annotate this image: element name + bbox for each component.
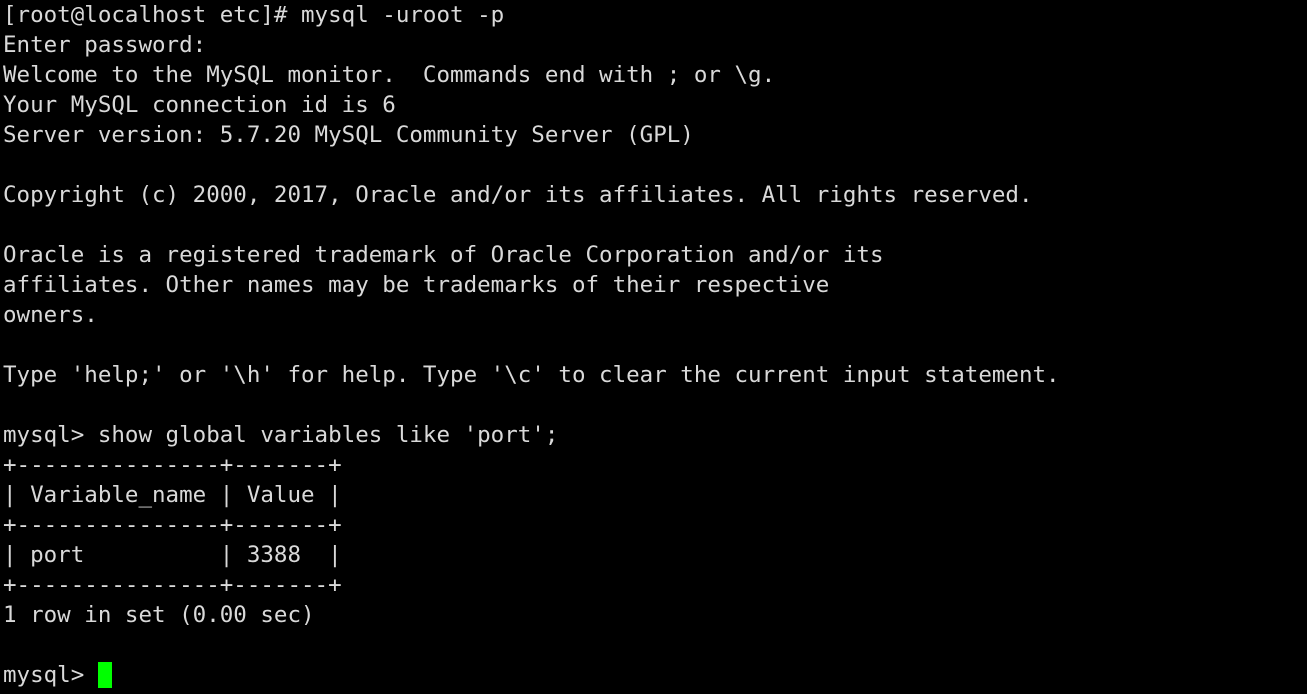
mysql-prompt-label: mysql> (3, 662, 98, 688)
terminal-line-blank-5 (0, 630, 1307, 660)
terminal-line-help-hint: Type 'help;' or '\h' for help. Type '\c'… (3, 362, 1060, 388)
table-row: | port | 3388 | (3, 542, 342, 568)
table-header-row: | Variable_name | Value | (3, 482, 342, 508)
terminal-line-password-prompt: Enter password: (3, 32, 207, 58)
terminal-line-connection-id: Your MySQL connection id is 6 (3, 92, 396, 118)
terminal-line-copyright: Copyright (c) 2000, 2017, Oracle and/or … (3, 182, 1033, 208)
terminal-line-shell-command: [root@localhost etc]# mysql -uroot -p (3, 2, 505, 28)
active-prompt-line[interactable]: mysql> (0, 660, 1307, 690)
table-header-separator: +---------------+-------+ (3, 512, 342, 538)
terminal-line-blank-4 (0, 390, 1307, 420)
terminal-line-server-version: Server version: 5.7.20 MySQL Community S… (3, 122, 694, 148)
query-result-footer: 1 row in set (0.00 sec) (3, 602, 315, 628)
table-bottom-border: +---------------+-------+ (3, 572, 342, 598)
terminal-line-blank-3 (0, 330, 1307, 360)
terminal-line-query: mysql> show global variables like 'port'… (3, 422, 559, 448)
terminal-line-trademark-3: owners. (3, 302, 98, 328)
text-cursor[interactable] (97, 662, 112, 688)
terminal-line-trademark-2: affiliates. Other names may be trademark… (3, 272, 830, 298)
terminal-line-welcome: Welcome to the MySQL monitor. Commands e… (3, 62, 776, 88)
terminal-line-blank-1 (0, 150, 1307, 180)
terminal-line-trademark-1: Oracle is a registered trademark of Orac… (3, 242, 884, 268)
terminal-line-blank-2 (0, 210, 1307, 240)
table-top-border: +---------------+-------+ (3, 452, 342, 478)
terminal-window[interactable]: [root@localhost etc]# mysql -uroot -p En… (0, 0, 1307, 694)
